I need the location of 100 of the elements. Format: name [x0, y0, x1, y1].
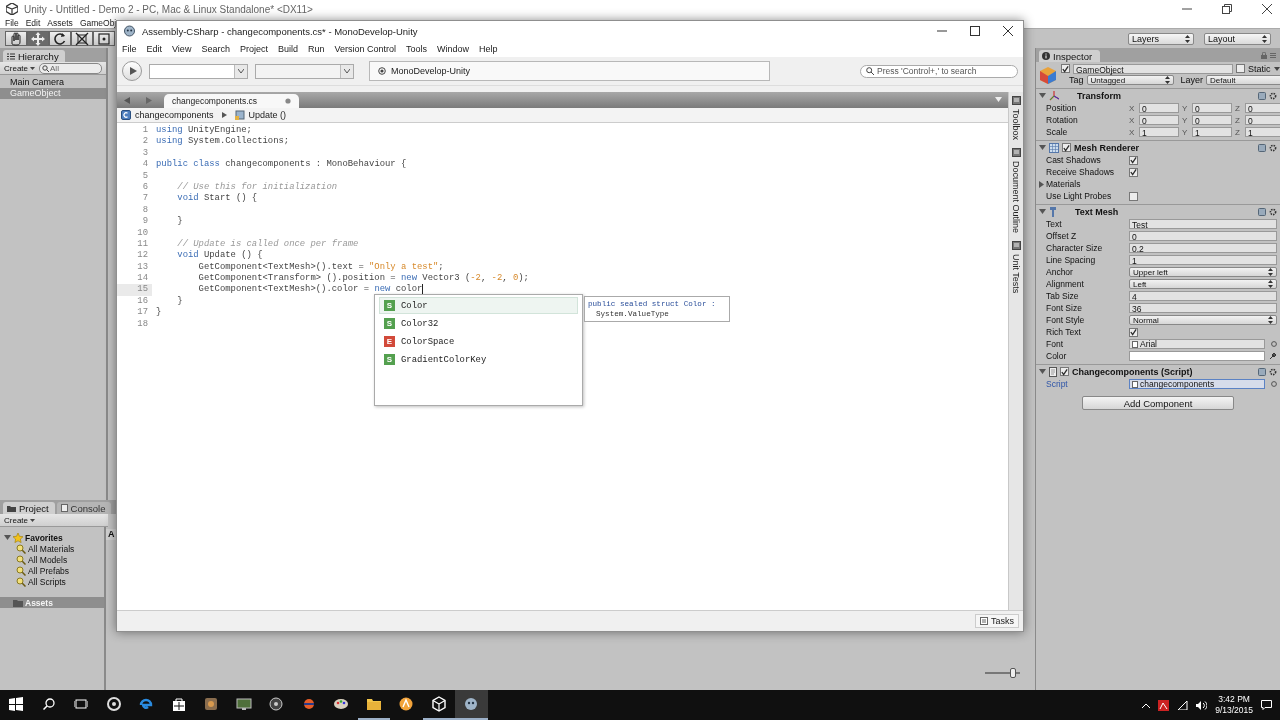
- number-field[interactable]: 0: [1192, 103, 1232, 113]
- hierarchy-tab[interactable]: Hierarchy: [3, 50, 65, 62]
- gear-icon[interactable]: [1269, 207, 1277, 216]
- menu-item[interactable]: File: [122, 44, 137, 54]
- object-picker-icon[interactable]: [1271, 341, 1277, 347]
- help-icon[interactable]: [1258, 207, 1266, 216]
- menu-item[interactable]: View: [172, 44, 192, 54]
- menu-item[interactable]: Window: [437, 44, 470, 54]
- tool-button[interactable]: [5, 31, 27, 46]
- volume-icon[interactable]: [1196, 700, 1208, 710]
- eyedropper-icon[interactable]: [1269, 352, 1277, 360]
- menu-item[interactable]: Run: [307, 44, 325, 54]
- add-component-button[interactable]: Add Component: [1082, 396, 1234, 410]
- number-field[interactable]: 0: [1245, 103, 1280, 113]
- pad-tab[interactable]: Unit Tests: [1011, 254, 1021, 294]
- triangle-icon[interactable]: [1038, 180, 1045, 188]
- hierarchy-item[interactable]: Main Camera: [0, 77, 106, 88]
- tool-button[interactable]: [71, 31, 93, 46]
- text-field[interactable]: Test: [1129, 219, 1277, 229]
- menu-item[interactable]: Search: [201, 44, 230, 54]
- panel-tab[interactable]: Project: [3, 502, 55, 514]
- menu-item[interactable]: Project: [239, 44, 268, 54]
- text-field[interactable]: 36: [1129, 303, 1277, 313]
- menu-item[interactable]: GameObj: [79, 18, 117, 28]
- checkbox[interactable]: [1061, 64, 1070, 74]
- wifi-icon[interactable]: [1177, 700, 1189, 710]
- breadcrumb-item[interactable]: changecomponents: [135, 110, 214, 120]
- completion-item[interactable]: S Color: [379, 297, 578, 314]
- tool-button[interactable]: [93, 31, 115, 46]
- object-field[interactable]: changecomponents: [1129, 379, 1265, 389]
- number-field[interactable]: 1: [1139, 127, 1179, 137]
- panel-tab[interactable]: Console: [56, 502, 112, 514]
- number-field[interactable]: 0: [1139, 115, 1179, 125]
- triangle-icon[interactable]: [1039, 368, 1046, 375]
- inspector-tab[interactable]: Inspector: [1039, 50, 1101, 62]
- dropdown[interactable]: Upper left: [1129, 267, 1277, 277]
- file-tab[interactable]: changecomponents.cs: [164, 94, 299, 108]
- completion-item[interactable]: S Color32: [379, 315, 578, 332]
- layers-dropdown[interactable]: Layers: [1128, 32, 1194, 45]
- number-field[interactable]: 0: [1139, 103, 1179, 113]
- pad-icon[interactable]: [1011, 96, 1021, 105]
- run-button[interactable]: [122, 61, 142, 81]
- menu-item[interactable]: Edit: [146, 44, 163, 54]
- dropdown[interactable]: Normal: [1129, 315, 1277, 325]
- search-input[interactable]: Press 'Control+,' to search: [877, 66, 1012, 76]
- checkbox[interactable]: [1062, 143, 1071, 152]
- tray-app-icon[interactable]: [1158, 699, 1170, 711]
- menu-item[interactable]: Help: [479, 44, 498, 54]
- menu-item[interactable]: Edit: [25, 18, 41, 28]
- checkbox[interactable]: [1129, 191, 1138, 201]
- dropdown[interactable]: Left: [1129, 279, 1277, 289]
- checkbox[interactable]: [1129, 155, 1138, 165]
- task-view-icon[interactable]: [74, 698, 89, 710]
- triangle-icon[interactable]: [4, 534, 11, 541]
- tool-button[interactable]: [49, 31, 71, 46]
- create-button[interactable]: Create: [4, 63, 35, 73]
- tree-item[interactable]: All Models: [0, 554, 104, 565]
- clock-time[interactable]: 3:42 PM: [1218, 694, 1250, 705]
- layout-dropdown[interactable]: Layout: [1204, 32, 1271, 45]
- pad-tab[interactable]: Document Outline: [1011, 161, 1021, 234]
- tag-dropdown[interactable]: Untagged: [1086, 75, 1174, 86]
- maximize-icon[interactable]: [970, 26, 980, 36]
- name-field[interactable]: GameObject: [1073, 63, 1233, 74]
- back-arrow-icon[interactable]: [124, 97, 130, 104]
- text-field[interactable]: 4: [1129, 291, 1277, 301]
- search-field[interactable]: All: [39, 62, 102, 74]
- pad-icon[interactable]: [1011, 241, 1021, 251]
- text-field[interactable]: 0: [1129, 231, 1277, 241]
- caret-icon[interactable]: [995, 97, 1002, 102]
- restore-icon[interactable]: [1222, 4, 1232, 14]
- checkbox[interactable]: [1060, 367, 1069, 376]
- number-field[interactable]: 0: [1192, 115, 1232, 125]
- help-icon[interactable]: [1258, 367, 1266, 376]
- number-field[interactable]: 0: [1245, 115, 1280, 125]
- clock-date[interactable]: 9/13/2015: [1215, 705, 1253, 716]
- breadcrumb-item[interactable]: Update (): [248, 110, 287, 120]
- text-field[interactable]: 1: [1129, 255, 1277, 265]
- object-picker-icon[interactable]: [1271, 381, 1277, 387]
- pad-icon[interactable]: [1011, 148, 1021, 158]
- menu-item[interactable]: Tools: [406, 44, 428, 54]
- pad-tab[interactable]: Toolbox: [1011, 109, 1021, 141]
- gear-icon[interactable]: [1269, 91, 1277, 100]
- notification-icon[interactable]: [1261, 700, 1272, 710]
- tree-item[interactable]: Favorites: [0, 532, 104, 543]
- object-field[interactable]: Arial: [1129, 339, 1265, 349]
- gear-icon[interactable]: [1269, 143, 1277, 152]
- number-field[interactable]: 1: [1245, 127, 1280, 137]
- tree-item[interactable]: All Prefabs: [0, 565, 104, 576]
- menu-item[interactable]: Build: [277, 44, 298, 54]
- caret-icon[interactable]: [1273, 66, 1280, 71]
- tasks-button[interactable]: Tasks: [975, 614, 1019, 628]
- slider-thumb[interactable]: [1010, 668, 1016, 678]
- text-field[interactable]: 0.2: [1129, 243, 1277, 253]
- checkbox[interactable]: [1129, 327, 1138, 337]
- search-field[interactable]: Press 'Control+,' to search: [860, 64, 1018, 78]
- checkbox[interactable]: [1236, 64, 1245, 74]
- number-field[interactable]: 1: [1192, 127, 1232, 137]
- chevron-up-icon[interactable]: [1142, 702, 1151, 708]
- triangle-icon[interactable]: [1039, 92, 1046, 99]
- start-icon[interactable]: [9, 697, 24, 711]
